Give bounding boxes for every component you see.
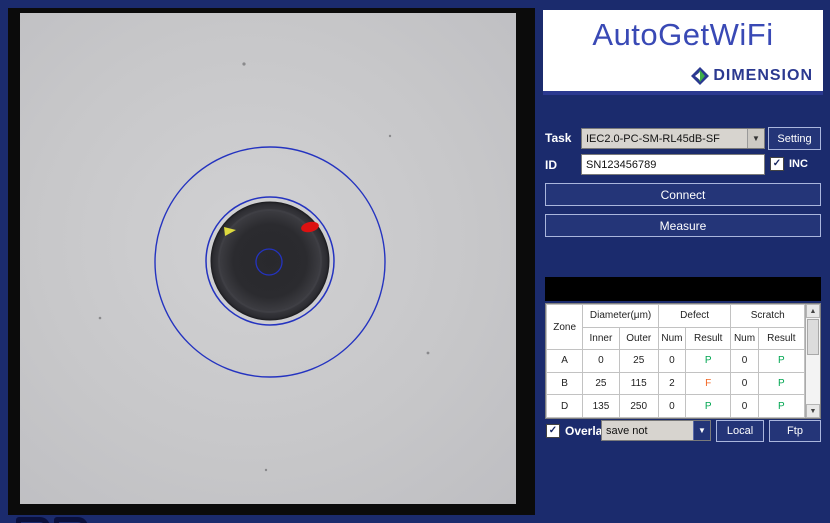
camera-letterbox-left [8,8,20,515]
zone-cell: A [545,349,584,373]
inner-cell: 0 [582,349,620,373]
brand-name: DIMENSION [713,67,813,84]
overlay-checkbox[interactable]: ✓ [546,424,560,438]
defect-num-cell: 0 [657,394,687,418]
scratch-num-cell: 0 [730,371,759,396]
col-header-scratch-num: Num [730,326,759,351]
table-sub-header-row: Inner Outer Num Result Num Result [547,326,806,351]
col-header-defect-num: Num [657,326,687,351]
scrollbar-thumb[interactable] [807,319,819,355]
chevron-down-icon[interactable]: ▼ [747,129,764,148]
task-dropdown[interactable]: IEC2.0-PC-SM-RL45dB-SF ▼ [581,128,765,149]
results-table: Zone Diameter(μm) Defect Scratch Inner O… [545,303,806,418]
camera-letterbox-bottom [8,504,535,515]
inner-cell: 25 [582,371,620,396]
col-header-outer: Outer [618,326,659,351]
defect-result-cell: P [685,349,732,373]
table-row: A 0 25 0 P 0 P [545,349,806,373]
defect-result-cell: F [685,371,732,396]
col-header-zone: Zone [545,303,584,351]
connect-button[interactable]: Connect [545,183,821,206]
task-label: Task [545,131,572,145]
app-window: AutoGetWiFi DIMENSION Task IEC2.0-PC-SM-… [0,0,830,523]
outer-cell: 115 [618,371,659,396]
dimension-logo-icon [691,67,710,85]
table-row: D 135 250 0 P 0 P [545,394,806,418]
col-group-defect: Defect [657,304,732,328]
ferrule-endface [210,201,330,321]
id-label: ID [545,158,557,172]
measure-button[interactable]: Measure [545,214,821,237]
id-input[interactable] [581,154,765,175]
col-header-scratch-result: Result [757,326,806,351]
col-header-inner: Inner [582,326,620,351]
chevron-down-icon[interactable]: ▼ [693,421,710,440]
col-header-defect-result: Result [685,326,732,351]
scroll-up-icon[interactable]: ▲ [806,304,820,318]
save-mode-value: save not [606,424,648,437]
inc-checkbox[interactable]: ✓ [770,157,784,171]
camera-letterbox-top [8,8,535,13]
inc-label: INC [789,158,808,170]
defect-result-cell: P [685,394,732,418]
zone-cell: D [545,394,584,418]
scratch-num-cell: 0 [730,349,759,373]
header: AutoGetWiFi DIMENSION [543,10,823,95]
task-dropdown-value: IEC2.0-PC-SM-RL45dB-SF [586,132,720,145]
scroll-down-icon[interactable]: ▼ [806,404,820,418]
defect-num-cell: 0 [657,349,687,373]
clipped-logo-shape [16,517,50,523]
inner-cell: 135 [582,394,620,418]
app-title: AutoGetWiFi [592,17,774,52]
fiber-endface-overlay [98,62,430,472]
table-row: B 25 115 2 F 0 P [545,371,806,396]
scratch-num-cell: 0 [730,394,759,418]
ftp-button[interactable]: Ftp [769,420,821,442]
zone-cell: B [545,371,584,396]
scratch-result-cell: P [757,349,806,373]
scratch-result-cell: P [757,394,806,418]
results-table-area: Zone Diameter(μm) Defect Scratch Inner O… [545,303,821,419]
outer-cell: 250 [618,394,659,418]
table-scrollbar[interactable]: ▲ ▼ [805,304,820,418]
table-group-header-row: Zone Diameter(μm) Defect Scratch [545,303,805,351]
save-mode-dropdown[interactable]: save not ▼ [601,420,711,441]
clipped-logo-shape [54,517,88,523]
inc-checkbox-row: ✓ INC [770,157,808,171]
brand-logo: DIMENSION [691,67,813,85]
defect-num-cell: 2 [657,371,687,396]
setting-button[interactable]: Setting [768,127,821,150]
outer-cell: 25 [618,349,659,373]
col-group-scratch: Scratch [730,304,805,328]
status-display [545,277,821,301]
local-button[interactable]: Local [716,420,764,442]
overlay-checkbox-row: ✓ Overlay [546,424,609,438]
scratch-result-cell: P [757,371,806,396]
camera-letterbox-right [516,8,535,515]
col-group-diameter: Diameter(μm) [582,304,659,328]
camera-view [8,8,535,515]
